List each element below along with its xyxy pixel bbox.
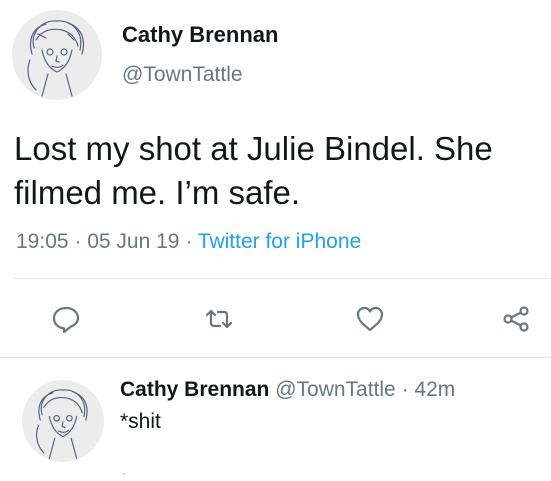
heart-icon (356, 306, 384, 332)
share-button[interactable] (500, 303, 532, 335)
divider (14, 278, 551, 279)
avatar[interactable] (12, 10, 102, 100)
meta-separator: · (179, 230, 198, 253)
reply-author-handle[interactable]: @TownTattle (275, 378, 396, 401)
tweet-time[interactable]: 19:05 (16, 230, 69, 253)
reply-icon (52, 306, 80, 334)
divider (0, 357, 551, 358)
tweet-text: Lost my shot at Julie Bindel. She filmed… (14, 130, 493, 211)
share-icon (503, 306, 529, 332)
reply-button[interactable] (50, 303, 82, 335)
reply-header: Cathy Brennan @TownTattle · 42m (120, 378, 455, 402)
author-name[interactable]: Cathy Brennan (122, 22, 278, 48)
reply-avatar[interactable] (22, 380, 104, 462)
avatar-sketch-image (27, 20, 85, 97)
tweet-meta: 19:05 · 05 Jun 19 · Twitter for iPhone (16, 230, 361, 254)
reply-text: *shit (120, 410, 161, 433)
retweet-button[interactable] (203, 303, 235, 335)
reply-age[interactable]: 42m (414, 378, 455, 401)
tweet-date[interactable]: 05 Jun 19 (87, 230, 179, 253)
like-button[interactable] (354, 303, 386, 335)
tweet-source-link[interactable]: Twitter for iPhone (198, 230, 361, 253)
author-handle[interactable]: @TownTattle (122, 63, 243, 87)
meta-separator: · (395, 378, 415, 401)
meta-separator: · (68, 230, 88, 253)
tweet-detail-view: Cathy Brennan @TownTattle Lost my shot a… (0, 0, 551, 481)
avatar-sketch-image (36, 389, 88, 459)
reply-author-name[interactable]: Cathy Brennan (120, 378, 269, 401)
dust-speck (123, 473, 125, 475)
retweet-icon (205, 309, 233, 329)
